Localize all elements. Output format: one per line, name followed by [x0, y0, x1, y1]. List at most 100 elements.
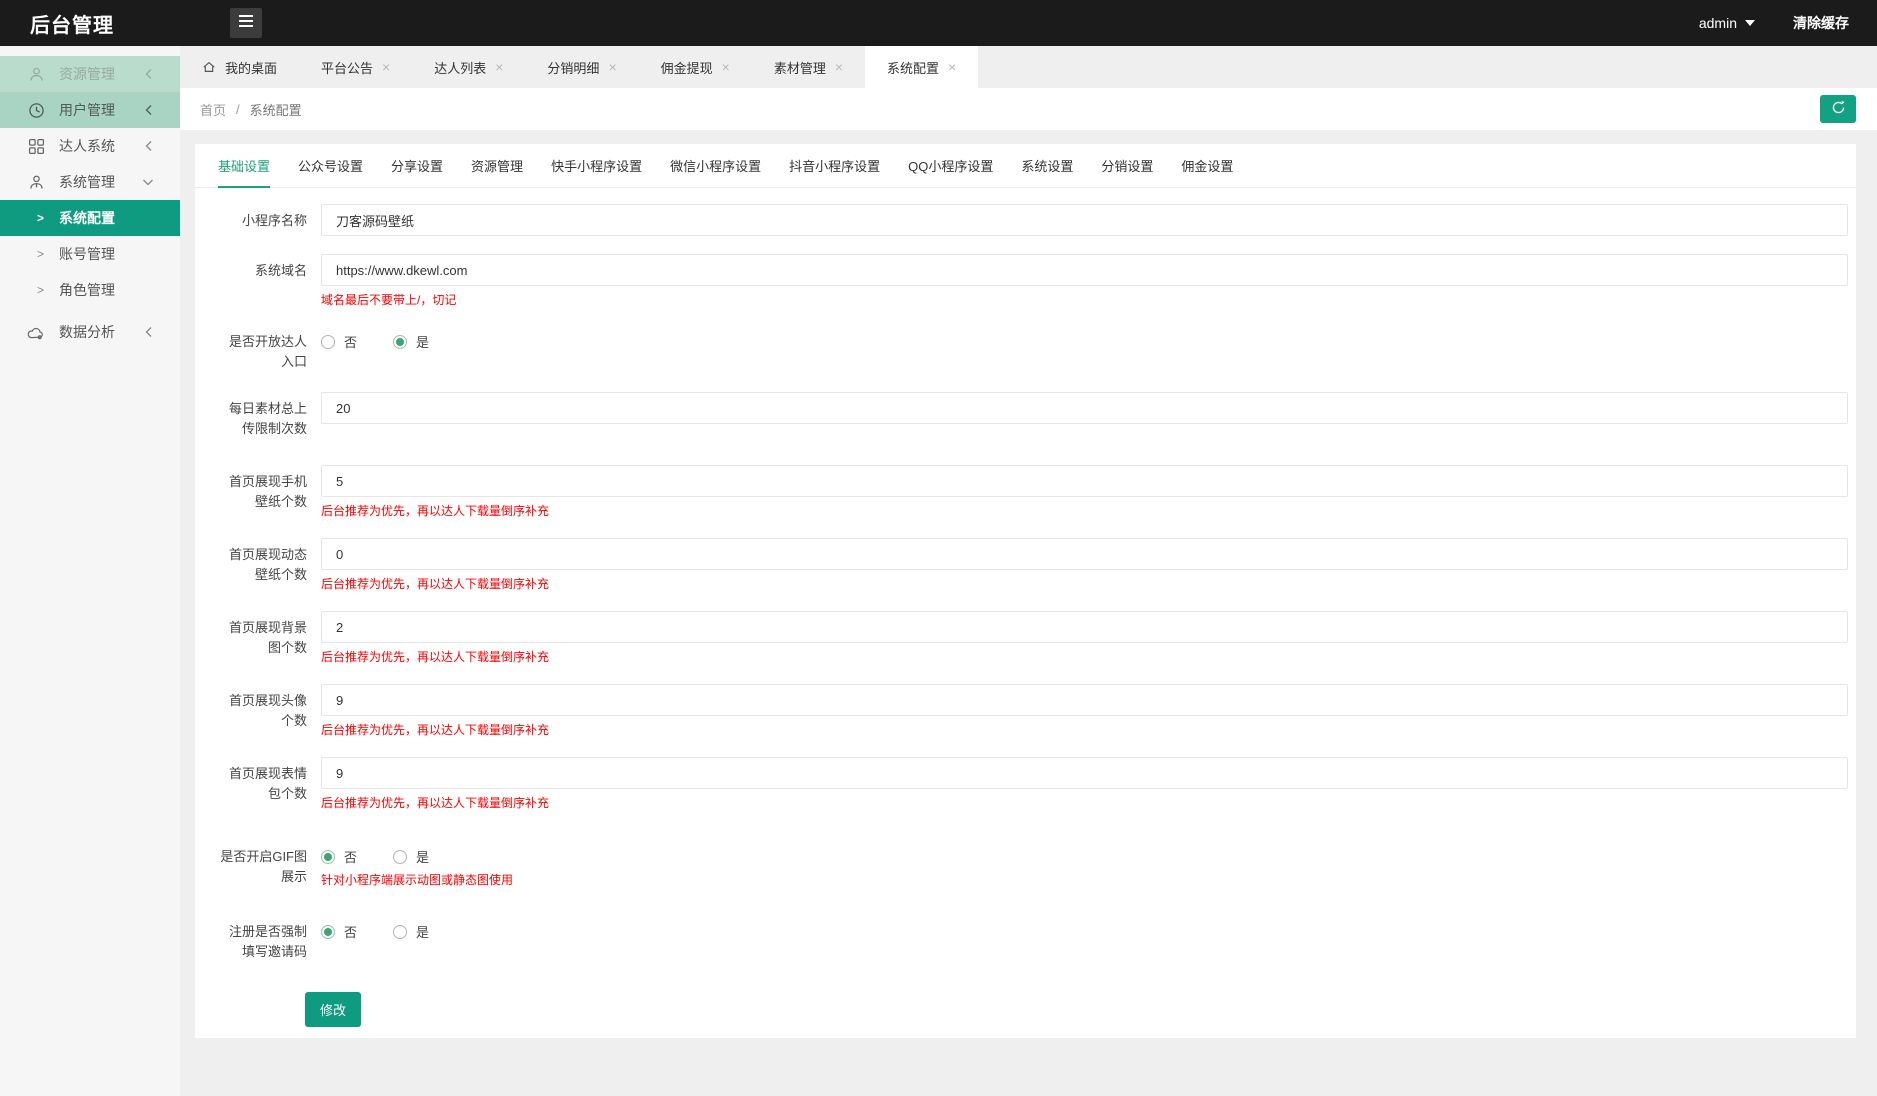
gif-display-radio-group: 否 是 [321, 840, 1848, 866]
tab-desktop[interactable]: 我的桌面 [180, 46, 299, 88]
settings-tab-douyin[interactable]: 抖音小程序设置 [789, 156, 880, 187]
sidebar-item-label: 系统配置 [59, 210, 115, 226]
field-label: 是否开放达人入口 [228, 334, 307, 369]
radio-label: 否 [344, 335, 358, 350]
basic-settings-form: 小程序名称 系统域名 域名最后不要带上/，切记 是否开放达人入口 [195, 188, 1856, 1027]
window-tab-bar: 我的桌面 平台公告 × 达人列表 × 分销明细 × 佣金提现 × 素材管理 × [180, 46, 1877, 88]
radio-option-no[interactable]: 否 [321, 332, 357, 351]
home-icon [202, 60, 216, 74]
settings-tab-resource[interactable]: 资源管理 [471, 156, 523, 187]
form-row: 首页展现手机壁纸个数 后台推荐为优先，再以达人下载量倒序补充 [219, 465, 1848, 520]
breadcrumb-current: 系统配置 [249, 102, 302, 118]
phone-wallpaper-count-input[interactable] [321, 465, 1848, 497]
sidebar-item-system[interactable]: 系统管理 [0, 164, 180, 200]
top-header: 后台管理 admin 清除缓存 [0, 0, 1877, 46]
radio-icon [321, 849, 335, 864]
chevron-left-icon [144, 326, 154, 338]
settings-tab-share[interactable]: 分享设置 [391, 156, 443, 187]
settings-tab-qq[interactable]: QQ小程序设置 [908, 156, 993, 187]
settings-tab-commission[interactable]: 佣金设置 [1181, 156, 1233, 187]
field-label: 首页展现背景图个数 [228, 620, 307, 655]
close-icon[interactable]: × [948, 60, 956, 74]
dynamic-wallpaper-count-input[interactable] [321, 538, 1848, 570]
user-icon [26, 64, 46, 84]
settings-tab-wechat[interactable]: 微信小程序设置 [670, 156, 761, 187]
breadcrumb-separator: / [236, 101, 240, 117]
radio-option-no[interactable]: 否 [321, 922, 357, 941]
radio-icon [393, 924, 408, 939]
sidebar-subitem-system-config[interactable]: > 系统配置 [0, 200, 180, 236]
field-label: 每日素材总上传限制次数 [228, 401, 307, 436]
chevron-left-icon [144, 140, 154, 152]
close-icon[interactable]: × [835, 60, 843, 74]
field-hint: 后台推荐为优先，再以达人下载量倒序补充 [321, 577, 550, 591]
settings-tab-distribution[interactable]: 分销设置 [1101, 156, 1153, 187]
clear-cache-button[interactable]: 清除缓存 [1793, 13, 1849, 33]
radio-option-no[interactable]: 否 [321, 847, 357, 866]
tab-label: 平台公告 [321, 60, 374, 76]
breadcrumb-bar: 首页 / 系统配置 [180, 88, 1877, 130]
main-content: 我的桌面 平台公告 × 达人列表 × 分销明细 × 佣金提现 × 素材管理 × [180, 46, 1877, 1096]
field-label: 系统域名 [254, 263, 307, 278]
mini-program-name-input[interactable] [321, 204, 1848, 236]
field-hint: 后台推荐为优先，再以达人下载量倒序补充 [321, 650, 550, 664]
radio-label: 是 [416, 335, 430, 350]
settings-tab-kuaishou[interactable]: 快手小程序设置 [551, 156, 642, 187]
close-icon[interactable]: × [722, 60, 730, 74]
breadcrumb-home[interactable]: 首页 [200, 100, 226, 119]
form-row: 系统域名 域名最后不要带上/，切记 [219, 254, 1848, 309]
user-menu[interactable]: admin [1699, 15, 1755, 31]
background-count-input[interactable] [321, 611, 1848, 643]
tab-system-config[interactable]: 系统配置 × [865, 46, 979, 88]
tab-talent-list[interactable]: 达人列表 × [412, 46, 525, 88]
tab-commission-withdraw[interactable]: 佣金提现 × [639, 46, 752, 88]
tab-platform-announcement[interactable]: 平台公告 × [299, 46, 412, 88]
chevron-down-icon [142, 177, 154, 187]
arrow-right-icon: > [37, 283, 45, 297]
sidebar-item-resource[interactable]: 资源管理 [0, 56, 180, 92]
person-tie-icon [26, 172, 46, 192]
settings-tab-official-account[interactable]: 公众号设置 [298, 156, 363, 187]
invite-code-radio-group: 否 是 [321, 915, 1848, 941]
tab-material[interactable]: 素材管理 × [752, 46, 865, 88]
tab-label: 我的桌面 [225, 60, 278, 76]
refresh-button[interactable] [1820, 95, 1856, 123]
radio-icon [321, 924, 335, 939]
close-icon[interactable]: × [382, 60, 390, 74]
domain-input[interactable] [321, 254, 1848, 286]
close-icon[interactable]: × [495, 60, 503, 74]
radio-option-yes[interactable]: 是 [393, 922, 429, 941]
sidebar-item-label: 账号管理 [59, 246, 115, 262]
sidebar-item-user-mgmt[interactable]: 用户管理 [0, 92, 180, 128]
radio-icon [321, 334, 335, 349]
settings-tab-system[interactable]: 系统设置 [1021, 156, 1073, 187]
form-row: 小程序名称 [219, 204, 1848, 236]
sidebar-item-data-analysis[interactable]: 数据分析 [0, 314, 180, 350]
form-row: 首页展现表情包个数 后台推荐为优先，再以达人下载量倒序补充 [219, 757, 1848, 812]
radio-option-yes[interactable]: 是 [393, 847, 429, 866]
field-label: 首页展现头像个数 [228, 693, 307, 728]
avatar-count-input[interactable] [321, 684, 1848, 716]
settings-tab-basic[interactable]: 基础设置 [218, 156, 271, 188]
sidebar-toggle-button[interactable] [230, 8, 262, 38]
form-row: 是否开启GIF图展示 否 是 针对小程序端展示动图或静态图使用 [219, 840, 1848, 889]
sidebar-item-talent[interactable]: 达人系统 [0, 128, 180, 164]
field-hint: 后台推荐为优先，再以达人下载量倒序补充 [321, 796, 550, 810]
sidebar-item-label: 系统管理 [59, 174, 115, 190]
clock-icon [26, 100, 46, 120]
field-label: 小程序名称 [241, 213, 307, 228]
radio-option-yes[interactable]: 是 [393, 332, 429, 351]
emoji-count-input[interactable] [321, 757, 1848, 789]
sidebar-subitem-account[interactable]: > 账号管理 [0, 236, 180, 272]
arrow-right-icon: > [37, 247, 45, 261]
field-hint: 后台推荐为优先，再以达人下载量倒序补充 [321, 723, 550, 737]
settings-tab-bar: 基础设置 公众号设置 分享设置 资源管理 快手小程序设置 微信小程序设置 抖音小… [195, 144, 1856, 188]
sidebar-subitem-role[interactable]: > 角色管理 [0, 272, 180, 308]
submit-button[interactable]: 修改 [305, 992, 362, 1027]
field-hint: 针对小程序端展示动图或静态图使用 [321, 873, 514, 887]
daily-upload-limit-input[interactable] [321, 392, 1848, 424]
close-icon[interactable]: × [608, 60, 616, 74]
sidebar: 资源管理 用户管理 达人系统 系统管理 > 系统配置 > 账号管理 > 角色管理… [0, 46, 180, 1096]
tab-distribution-detail[interactable]: 分销明细 × [525, 46, 638, 88]
tab-label: 分销明细 [547, 60, 600, 76]
